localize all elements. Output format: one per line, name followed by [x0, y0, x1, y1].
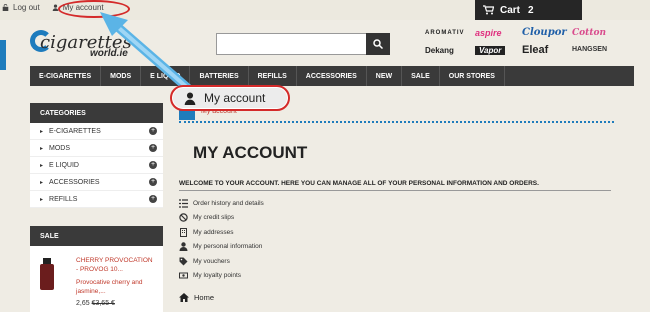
cart-icon [483, 5, 494, 15]
callout-my-account: My account [170, 85, 290, 111]
price-current: 2,65 [76, 300, 90, 307]
categories-heading: CATEGORIES [30, 103, 163, 123]
divider [179, 121, 614, 123]
site-logo[interactable]: cigarettes world.ie [30, 28, 160, 62]
category-label: MODS [40, 145, 70, 152]
tag-icon [179, 257, 188, 266]
house-icon [179, 293, 189, 302]
home-link[interactable]: Home [179, 293, 214, 302]
category-item[interactable]: ACCESSORIES + [30, 174, 163, 191]
product-price: 2,65 €3,65 € [76, 300, 115, 307]
product-description: Provocative cherry and jasmine,... [76, 279, 143, 295]
brand-cotton[interactable]: Cotton [572, 28, 606, 38]
vouchers-label: My vouchers [193, 257, 230, 265]
category-label: E LIQUID [40, 162, 79, 169]
nav-item-new[interactable]: NEW [367, 66, 403, 86]
callout-label: My account [204, 91, 266, 105]
category-label: ACCESSORIES [40, 179, 100, 186]
money-icon [179, 271, 188, 280]
search-button[interactable] [366, 33, 390, 55]
logout-label: Log out [13, 3, 40, 12]
order-history-label: Order history and details [193, 199, 264, 207]
home-label: Home [194, 293, 215, 302]
category-item[interactable]: MODS + [30, 140, 163, 157]
user-icon [184, 91, 196, 105]
logout-link[interactable]: Log out [2, 3, 40, 12]
nav-item-e-cigarettes[interactable]: E-CIGARETTES [30, 66, 102, 86]
credit-slips-link[interactable]: My credit slips [179, 211, 264, 226]
user-icon [179, 242, 188, 252]
credit-slips-label: My credit slips [193, 214, 235, 222]
list-icon [179, 199, 188, 208]
category-label: E-CIGARETTES [40, 128, 101, 135]
personal-info-link[interactable]: My personal information [179, 240, 264, 255]
brand-cloupor[interactable]: Cloupor [522, 27, 567, 38]
side-tab[interactable] [0, 40, 6, 70]
brand-aspire[interactable]: aspire [475, 28, 502, 38]
brand-logos: AROMATIV aspire Cloupor Cotton Dekang Va… [420, 26, 620, 60]
category-item[interactable]: REFILLS + [30, 191, 163, 208]
expand-icon[interactable]: + [149, 127, 157, 135]
nav-item-our-stores[interactable]: OUR STORES [440, 66, 505, 86]
page-title: MY ACCOUNT [193, 143, 308, 162]
nav-item-sale[interactable]: SALE [402, 66, 440, 86]
search-input[interactable] [216, 33, 390, 55]
sidebar: CATEGORIES E-CIGARETTES + MODS + E LIQUID +… [30, 103, 163, 208]
cart-count: 2 [528, 4, 534, 16]
brand-dekang[interactable]: Dekang [425, 46, 454, 55]
loyalty-points-link[interactable]: My loyalty points [179, 269, 264, 284]
cart-label: Cart [500, 4, 521, 16]
loyalty-points-label: My loyalty points [193, 272, 242, 280]
category-item[interactable]: E-CIGARETTES + [30, 123, 163, 140]
highlight-oval [58, 0, 130, 18]
addresses-link[interactable]: My addresses [179, 225, 264, 240]
expand-icon[interactable]: + [149, 144, 157, 152]
cart-button[interactable]: Cart 2 [475, 0, 582, 20]
sale-product: CHERRY PROVOCATION - PROVOG 10... Provoc… [30, 246, 163, 312]
brand-eleaf[interactable]: Eleaf [522, 44, 548, 56]
account-links: Order history and details My credit slip… [179, 196, 264, 283]
personal-info-label: My personal information [193, 243, 263, 251]
product-image[interactable] [40, 258, 54, 290]
expand-icon[interactable]: + [149, 178, 157, 186]
lock-icon [2, 4, 9, 11]
vouchers-link[interactable]: My vouchers [179, 254, 264, 269]
expand-icon[interactable]: + [149, 161, 157, 169]
welcome-text: WELCOME TO YOUR ACCOUNT. HERE YOU CAN MA… [179, 180, 611, 191]
brand-vapor[interactable]: Vapor [475, 46, 506, 55]
category-item[interactable]: E LIQUID + [30, 157, 163, 174]
building-icon [179, 227, 188, 237]
expand-icon[interactable]: + [149, 195, 157, 203]
nav-item-e-liquid[interactable]: E LIQUID [141, 66, 191, 86]
addresses-label: My addresses [193, 228, 234, 236]
category-label: REFILLS [40, 196, 77, 203]
nav-item-refills[interactable]: REFILLS [249, 66, 297, 86]
search-icon [373, 39, 383, 49]
product-title[interactable]: CHERRY PROVOCATION - PROVOG 10... [76, 256, 156, 274]
main-nav: E-CIGARETTES MODS E LIQUID BATTERIES REF… [30, 66, 634, 86]
brand-aromativ[interactable]: AROMATIV [425, 30, 465, 36]
nav-item-batteries[interactable]: BATTERIES [190, 66, 249, 86]
category-list: E-CIGARETTES + MODS + E LIQUID + ACCESSORIE… [30, 123, 163, 208]
order-history-link[interactable]: Order history and details [179, 196, 264, 211]
nav-item-mods[interactable]: MODS [101, 66, 142, 86]
ban-icon [179, 213, 188, 222]
brand-hangsen[interactable]: HANGSEN [572, 46, 607, 53]
nav-item-accessories[interactable]: ACCESSORIES [297, 66, 367, 86]
price-old: €3,65 € [91, 300, 115, 307]
logo-subtext: world.ie [90, 48, 128, 59]
sale-heading: SALE [30, 226, 163, 246]
